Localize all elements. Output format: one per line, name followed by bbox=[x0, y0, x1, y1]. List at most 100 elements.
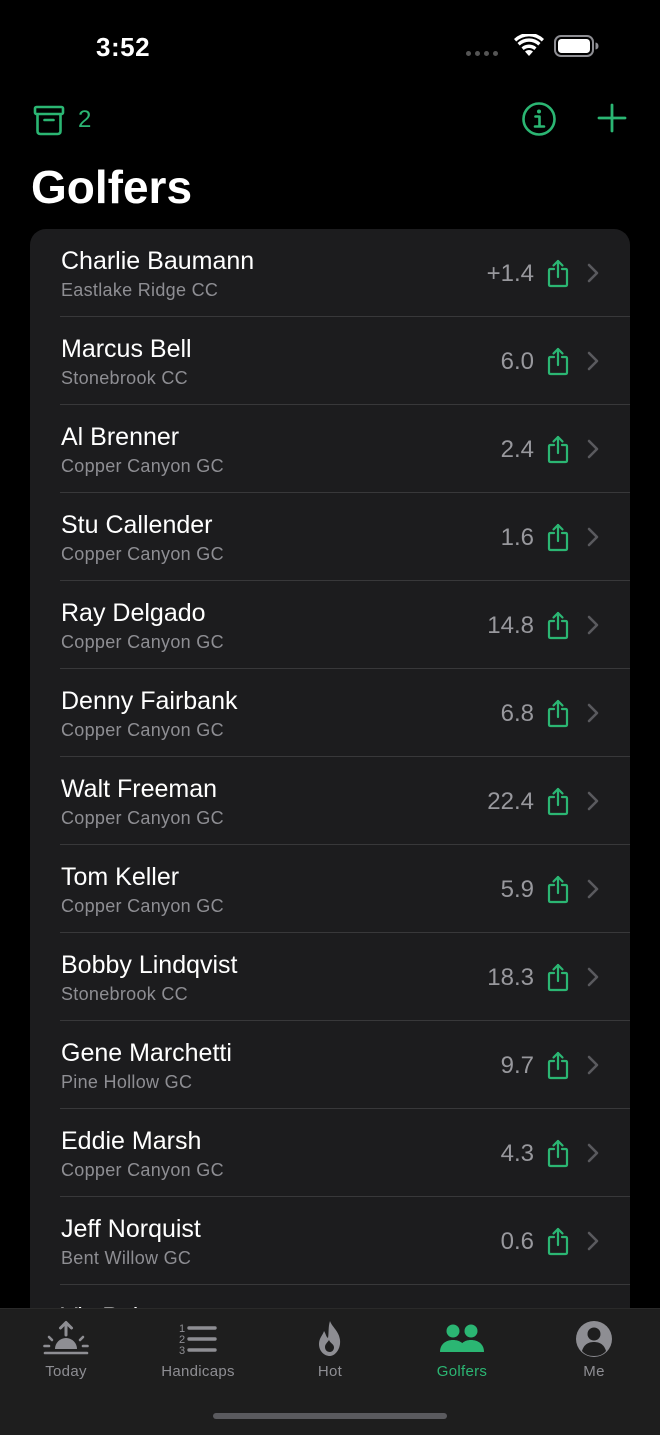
golfer-name: Charlie Baumann bbox=[61, 247, 255, 275]
chevron-right-icon bbox=[586, 790, 600, 817]
navigation-toolbar: 2 bbox=[0, 96, 660, 144]
golfer-name: Bobby Lindqvist bbox=[61, 951, 238, 979]
sunrise-icon bbox=[43, 1321, 89, 1355]
golfer-row[interactable]: Jeff Norquist Bent Willow GC 0.6 bbox=[30, 1197, 630, 1285]
tab-today-label: Today bbox=[45, 1363, 87, 1380]
golfer-club: Stonebrook CC bbox=[61, 368, 188, 388]
chevron-right-icon bbox=[586, 1054, 600, 1081]
golfer-name: Walt Freeman bbox=[61, 775, 218, 803]
golfer-handicap: 6.8 bbox=[500, 700, 534, 727]
info-button[interactable] bbox=[520, 100, 558, 143]
wifi-icon bbox=[514, 34, 544, 56]
share-icon[interactable] bbox=[546, 962, 570, 997]
golfer-club: Bent Willow GC bbox=[61, 1248, 192, 1268]
golfer-row[interactable]: Stu Callender Copper Canyon GC 1.6 bbox=[30, 493, 630, 581]
golfer-name: Stu Callender bbox=[61, 511, 213, 539]
golfer-handicap: 14.8 bbox=[487, 612, 534, 639]
golfer-name: Jeff Norquist bbox=[61, 1215, 201, 1243]
share-icon[interactable] bbox=[546, 346, 570, 381]
info-circle-icon bbox=[522, 102, 556, 136]
tab-handicaps-label: Handicaps bbox=[161, 1363, 235, 1380]
add-golfer-button[interactable] bbox=[594, 100, 630, 141]
share-icon[interactable] bbox=[546, 522, 570, 557]
golfer-club: Copper Canyon GC bbox=[61, 808, 224, 828]
golfer-row[interactable]: Bobby Lindqvist Stonebrook CC 18.3 bbox=[30, 933, 630, 1021]
golfer-name: Ray Delgado bbox=[61, 599, 206, 627]
flame-icon bbox=[319, 1321, 341, 1356]
golfer-handicap: 2.4 bbox=[500, 436, 534, 463]
share-icon[interactable] bbox=[546, 610, 570, 645]
golfer-row[interactable]: Vic Palmer bbox=[30, 1285, 630, 1309]
golfer-handicap: 5.9 bbox=[500, 876, 534, 903]
share-icon[interactable] bbox=[546, 1050, 570, 1085]
golfer-club: Pine Hollow GC bbox=[61, 1072, 193, 1092]
numbered-list-icon: 1 2 3 bbox=[179, 1323, 217, 1357]
chevron-right-icon bbox=[586, 1142, 600, 1169]
chevron-right-icon bbox=[586, 1230, 600, 1257]
battery-icon bbox=[554, 35, 599, 57]
tab-me[interactable]: Me bbox=[528, 1319, 660, 1389]
golfer-club: Copper Canyon GC bbox=[61, 896, 224, 916]
golfer-club: Stonebrook CC bbox=[61, 984, 188, 1004]
archive-box-icon bbox=[33, 105, 65, 136]
tab-handicaps[interactable]: 1 2 3 Handicaps bbox=[132, 1319, 264, 1389]
tab-hot[interactable]: Hot bbox=[264, 1319, 396, 1389]
golfers-list: Charlie Baumann Eastlake Ridge CC +1.4 Marc… bbox=[30, 229, 630, 1309]
tab-golfers[interactable]: Golfers bbox=[396, 1319, 528, 1389]
chevron-right-icon bbox=[586, 966, 600, 993]
golfer-row[interactable]: Tom Keller Copper Canyon GC 5.9 bbox=[30, 845, 630, 933]
golfer-row[interactable]: Charlie Baumann Eastlake Ridge CC +1.4 bbox=[30, 229, 630, 317]
golfer-row[interactable]: Marcus Bell Stonebrook CC 6.0 bbox=[30, 317, 630, 405]
cellular-signal-icon bbox=[466, 34, 498, 58]
share-icon[interactable] bbox=[546, 258, 570, 293]
golfer-name: Marcus Bell bbox=[61, 335, 192, 363]
golfer-name: Tom Keller bbox=[61, 863, 180, 891]
golfer-name: Al Brenner bbox=[61, 423, 180, 451]
golfer-handicap: 0.6 bbox=[500, 1228, 534, 1255]
archive-count: 2 bbox=[78, 106, 92, 133]
chevron-right-icon bbox=[586, 614, 600, 641]
golfer-row[interactable]: Denny Fairbank Copper Canyon GC 6.8 bbox=[30, 669, 630, 757]
golfer-handicap: 6.0 bbox=[500, 348, 534, 375]
archive-button[interactable]: 2 bbox=[32, 100, 91, 140]
people-icon bbox=[440, 1324, 484, 1352]
person-circle-icon bbox=[576, 1321, 612, 1357]
golfer-row[interactable]: Al Brenner Copper Canyon GC 2.4 bbox=[30, 405, 630, 493]
share-icon[interactable] bbox=[546, 874, 570, 909]
tab-hot-label: Hot bbox=[317, 1363, 343, 1380]
tab-today[interactable]: Today bbox=[0, 1319, 132, 1389]
status-icons bbox=[466, 34, 600, 58]
golfer-row[interactable]: Eddie Marsh Copper Canyon GC 4.3 bbox=[30, 1109, 630, 1197]
tab-golfers-label: Golfers bbox=[436, 1363, 488, 1380]
share-icon[interactable] bbox=[546, 698, 570, 733]
golfer-handicap: +1.4 bbox=[486, 260, 534, 287]
golfer-name: Gene Marchetti bbox=[61, 1039, 232, 1067]
golfer-row[interactable]: Ray Delgado Copper Canyon GC 14.8 bbox=[30, 581, 630, 669]
golfer-row[interactable]: Gene Marchetti Pine Hollow GC 9.7 bbox=[30, 1021, 630, 1109]
golfer-row[interactable]: Walt Freeman Copper Canyon GC 22.4 bbox=[30, 757, 630, 845]
golfer-club: Copper Canyon GC bbox=[61, 632, 224, 652]
golfer-handicap: 18.3 bbox=[487, 964, 534, 991]
golfer-club: Eastlake Ridge CC bbox=[61, 280, 219, 300]
status-time: 3:52 bbox=[96, 32, 151, 62]
golfer-handicap: 9.7 bbox=[500, 1052, 534, 1079]
svg-text:3: 3 bbox=[179, 1345, 185, 1357]
share-icon[interactable] bbox=[546, 434, 570, 469]
plus-icon bbox=[597, 103, 627, 133]
golfer-club: Copper Canyon GC bbox=[61, 544, 224, 564]
page-title: Golfers bbox=[31, 161, 193, 213]
share-icon[interactable] bbox=[546, 1226, 570, 1261]
golfer-name: Eddie Marsh bbox=[61, 1127, 202, 1155]
share-icon[interactable] bbox=[546, 1138, 570, 1173]
golfer-handicap: 4.3 bbox=[500, 1140, 534, 1167]
home-indicator bbox=[213, 1413, 447, 1419]
share-icon[interactable] bbox=[546, 786, 570, 821]
golfer-name: Denny Fairbank bbox=[61, 687, 238, 715]
chevron-right-icon bbox=[586, 262, 600, 289]
tab-me-label: Me bbox=[583, 1363, 605, 1380]
golfer-club: Copper Canyon GC bbox=[61, 720, 224, 740]
golfer-handicap: 1.6 bbox=[500, 524, 534, 551]
golfer-handicap: 22.4 bbox=[487, 788, 534, 815]
chevron-right-icon bbox=[586, 526, 600, 553]
chevron-right-icon bbox=[586, 350, 600, 377]
